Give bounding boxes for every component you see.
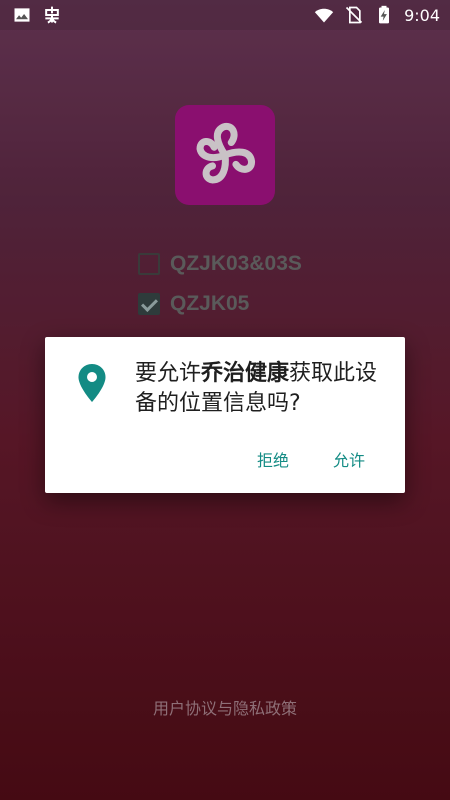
privacy-policy-link[interactable]: 用户协议与隐私政策 [0, 695, 450, 719]
status-time: 9:04 [404, 5, 440, 25]
dialog-message: 要允许乔治健康获取此设备的位置信息吗? [135, 359, 393, 419]
allow-button[interactable]: 允许 [333, 445, 365, 473]
battery-charging-icon [374, 5, 394, 25]
device-checkbox[interactable] [138, 293, 160, 315]
device-item-qzjk05[interactable]: QZJK05 [138, 290, 302, 318]
app-logo-icon [175, 105, 275, 205]
status-bar: 9:04 [0, 0, 450, 30]
device-label: QZJK05 [170, 292, 250, 315]
dialog-actions: 拒绝 允许 [257, 445, 365, 473]
location-pin-icon [77, 363, 107, 403]
notification-app-icon [42, 5, 62, 25]
device-label: QZJK03&03S [170, 252, 302, 275]
wifi-icon [314, 5, 334, 25]
image-icon [12, 5, 32, 25]
dialog-message-prefix: 要允许 [135, 361, 202, 386]
location-permission-dialog: 要允许乔治健康获取此设备的位置信息吗? 拒绝 允许 [45, 337, 405, 493]
dialog-app-name: 乔治健康 [201, 361, 290, 386]
device-checkbox[interactable] [138, 253, 160, 275]
device-item-qzjk03[interactable]: QZJK03&03S [138, 250, 302, 278]
no-sim-icon [344, 5, 364, 25]
deny-button[interactable]: 拒绝 [257, 445, 289, 473]
device-list: QZJK03&03S QZJK05 [138, 250, 302, 330]
